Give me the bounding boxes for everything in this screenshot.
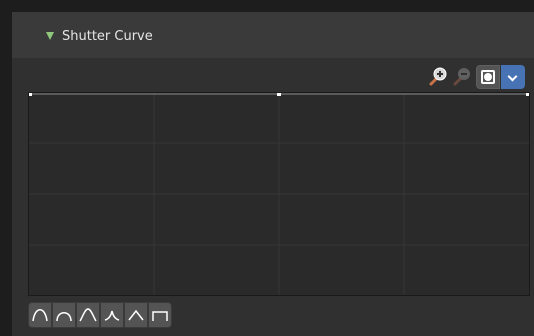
zoom-out-button[interactable] [450,65,474,89]
zoom-out-icon [453,68,470,86]
shutter-curve-panel: Shutter Curve [12,12,534,336]
smooth-preset-icon [32,309,48,322]
expand-triangle-icon[interactable] [46,32,54,40]
zoom-in-button[interactable] [426,65,450,89]
curve-graph[interactable] [28,92,530,296]
curve-presets [28,302,172,328]
preset-linear-button[interactable] [124,302,148,328]
use-clipping-toggle[interactable] [476,65,500,89]
curve-point[interactable] [277,93,281,96]
specials-menu-button[interactable] [501,65,525,89]
curve-point[interactable] [526,93,529,96]
sharp-preset-icon [104,310,120,321]
preset-smooth-button[interactable] [28,302,52,328]
constant-preset-icon [152,311,168,321]
panel-title: Shutter Curve [62,29,153,44]
curve-point[interactable] [29,93,32,96]
preset-root-button[interactable] [76,302,100,328]
linear-preset-icon [128,309,144,321]
preset-constant-button[interactable] [148,302,172,328]
panel-header[interactable]: Shutter Curve [12,12,534,58]
preset-sharp-button[interactable] [100,302,124,328]
zoom-in-icon [429,67,447,86]
root-preset-icon [79,308,97,322]
preset-sphere-button[interactable] [52,302,76,328]
sphere-preset-icon [56,312,72,322]
